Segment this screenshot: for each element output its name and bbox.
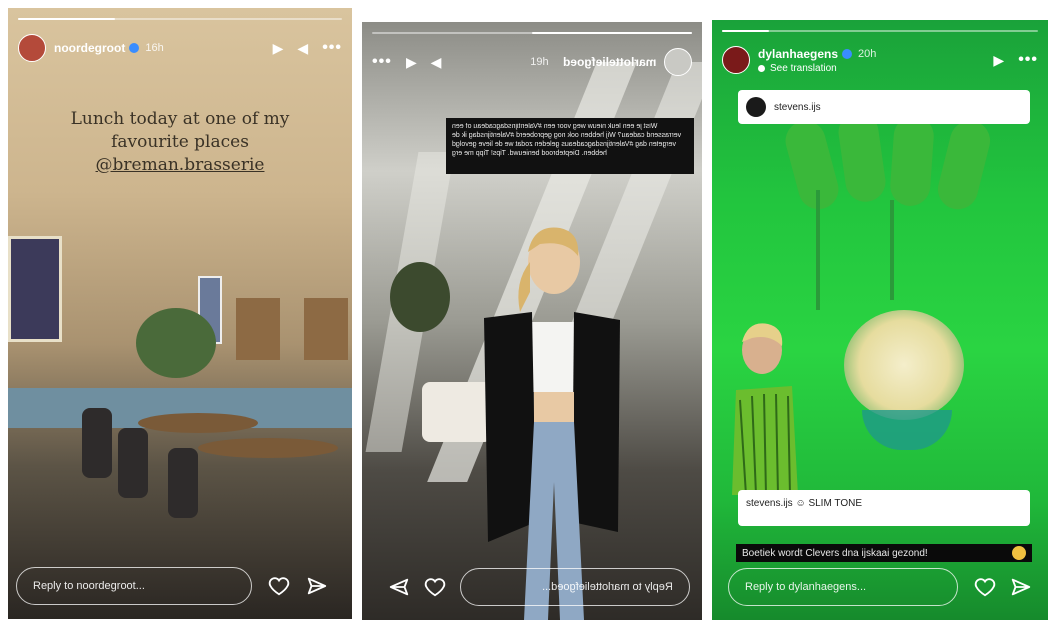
pickle xyxy=(781,116,843,214)
speaker-icon[interactable]: ◀︎ xyxy=(297,40,308,57)
caption-text: Wist je een leuk nieuw weg voor een #Val… xyxy=(452,123,682,157)
post-time: 19h xyxy=(530,56,549,68)
verified-badge-icon xyxy=(129,43,140,53)
drip xyxy=(816,190,820,310)
caption-text: Boetiek wordt Clevers dna ijskaai gezond… xyxy=(742,547,928,559)
reply-placeholder: Reply to noordegroot... xyxy=(33,580,145,592)
mention-sticker[interactable]: stevens.ijs xyxy=(738,90,1030,124)
verified-badge-icon xyxy=(842,48,853,59)
send-icon[interactable] xyxy=(388,576,410,598)
more-icon[interactable]: ••• xyxy=(1018,51,1038,69)
speaker-icon[interactable]: ◀︎ xyxy=(406,54,417,71)
heart-icon[interactable] xyxy=(424,576,446,598)
wall-painting xyxy=(8,236,62,342)
reply-placeholder: Reply to marlotteliefgoed... xyxy=(542,581,673,593)
wall-niche xyxy=(236,298,280,360)
heart-icon[interactable] xyxy=(268,575,290,597)
translate-icon xyxy=(758,64,765,72)
send-icon[interactable] xyxy=(1010,576,1032,598)
chair xyxy=(118,428,148,498)
plant xyxy=(136,308,216,378)
person-photo xyxy=(732,323,798,495)
username[interactable]: noordegroot xyxy=(54,41,125,55)
story-caption: Boetiek wordt Clevers dna ijskaai gezond… xyxy=(736,544,1032,562)
story-card-1: noordegroot 16h ▶ ◀︎ ••• Lunch today at … xyxy=(8,8,352,619)
story-progress-bar xyxy=(18,18,342,20)
sticker-username: stevens.ijs xyxy=(774,101,821,113)
story-header: dylanhaegens 20h See translation ▶ ••• xyxy=(722,42,1038,78)
caption-line: Lunch today at one of my xyxy=(70,109,290,129)
caption-line: favourite places xyxy=(111,132,249,152)
play-icon[interactable]: ◀ xyxy=(431,54,442,71)
play-icon[interactable]: ▶ xyxy=(993,52,1004,69)
header-text: dylanhaegens 20h See translation xyxy=(758,47,876,74)
username[interactable]: dylanhaegens xyxy=(758,47,838,61)
story-caption: Wist je een leuk nieuw weg voor een #Val… xyxy=(446,118,694,174)
dessert xyxy=(844,310,964,420)
send-icon[interactable] xyxy=(306,575,328,597)
pickle xyxy=(888,114,936,208)
caption-mention-link[interactable]: @breman.brasserie xyxy=(48,154,312,177)
username[interactable]: marlotteliefgoed xyxy=(563,55,656,69)
restaurant-table xyxy=(198,438,338,458)
plant xyxy=(390,262,450,332)
chair xyxy=(168,448,198,518)
reply-input[interactable]: Reply to marlotteliefgoed... xyxy=(460,568,690,606)
reply-input[interactable]: Reply to dylanhaegens... xyxy=(728,568,958,606)
mention-sticker[interactable]: stevens.ijs ☺ SLIM TONE xyxy=(738,490,1030,526)
wall-niche xyxy=(304,298,348,360)
story-header: ••• ◀︎ ◀ 19h marlotteliefgoed xyxy=(372,44,692,80)
story-progress-bar xyxy=(372,32,692,34)
reply-input[interactable]: Reply to noordegroot... xyxy=(16,567,252,605)
story-caption: Lunch today at one of my favourite place… xyxy=(48,108,312,177)
see-translation-link[interactable]: See translation xyxy=(770,63,837,74)
post-time: 16h xyxy=(145,42,164,54)
sticker-avatar xyxy=(746,97,766,117)
story-card-3: dylanhaegens 20h See translation ▶ ••• s… xyxy=(712,20,1048,620)
emoji-icon xyxy=(1012,546,1026,560)
restaurant-table xyxy=(138,413,258,433)
story-header: noordegroot 16h ▶ ◀︎ ••• xyxy=(18,30,342,66)
heart-icon[interactable] xyxy=(974,576,996,598)
pickle xyxy=(933,116,995,214)
person-photo xyxy=(484,227,620,620)
chair xyxy=(82,408,112,478)
more-icon[interactable]: ••• xyxy=(372,53,392,71)
avatar[interactable] xyxy=(722,46,750,74)
story-progress-bar xyxy=(722,30,1038,32)
play-icon[interactable]: ▶ xyxy=(273,40,284,57)
dessert-glass xyxy=(862,410,952,450)
story-card-2: Wist je een leuk nieuw weg voor een #Val… xyxy=(362,22,702,620)
reply-placeholder: Reply to dylanhaegens... xyxy=(745,581,867,593)
more-icon[interactable]: ••• xyxy=(322,39,342,57)
sticker-text: stevens.ijs ☺ SLIM TONE xyxy=(746,498,862,509)
post-time: 20h xyxy=(858,47,877,60)
drip xyxy=(890,200,894,300)
avatar[interactable] xyxy=(18,34,46,62)
avatar[interactable] xyxy=(664,48,692,76)
